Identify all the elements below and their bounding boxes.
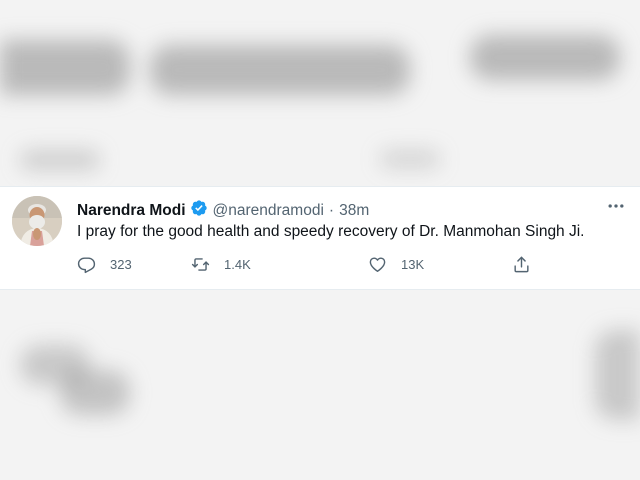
avatar-image [12, 196, 62, 246]
reply-button[interactable]: 323 [77, 255, 132, 274]
avatar[interactable] [12, 196, 62, 246]
tweet-card[interactable]: Narendra Modi @narendramodi · 38m I pray… [0, 186, 640, 290]
reply-icon [77, 257, 96, 274]
more-options-button[interactable] [606, 196, 626, 216]
timestamp[interactable]: 38m [339, 201, 369, 221]
display-name[interactable]: Narendra Modi [77, 201, 186, 221]
tweet-actions: 323 1.4K 13K [77, 255, 557, 279]
heart-icon [369, 257, 386, 272]
screenshot-stage: Narendra Modi @narendramodi · 38m I pray… [0, 0, 640, 480]
more-horizontal-icon [608, 204, 624, 208]
like-button[interactable]: 13K [368, 255, 424, 274]
verified-badge-icon [186, 199, 213, 223]
meta-separator: · [328, 202, 335, 219]
retweet-button[interactable]: 1.4K [191, 255, 251, 274]
share-icon [514, 256, 529, 273]
tweet-header: Narendra Modi @narendramodi · 38m [77, 199, 369, 223]
handle[interactable]: @narendramodi [213, 201, 324, 221]
retweet-icon [191, 258, 210, 271]
retweet-count: 1.4K [224, 257, 251, 272]
reply-count: 323 [110, 257, 132, 272]
like-count: 13K [401, 257, 425, 272]
tweet-text: I pray for the good health and speedy re… [77, 223, 585, 240]
share-button[interactable] [512, 255, 545, 274]
